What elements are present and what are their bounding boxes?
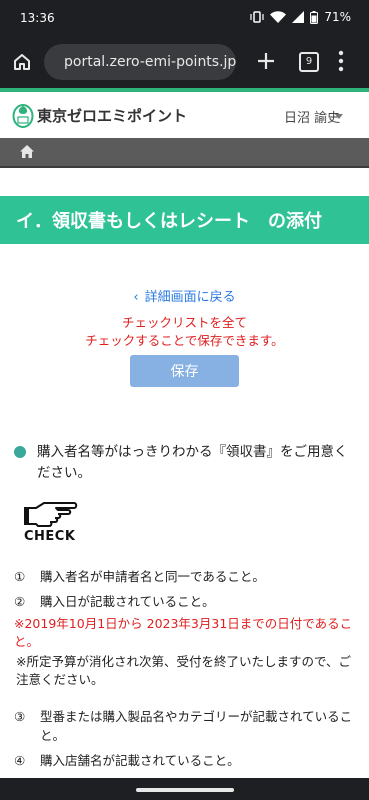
breadcrumb	[0, 138, 369, 168]
gesture-handle[interactable]	[136, 788, 234, 792]
list-item: ② 購入日が記載されていること。	[14, 592, 356, 611]
budget-note: ※所定予算が消化され次第、受付を終了いたしますので、ご注意ください。	[16, 654, 351, 687]
item-text: 購入店舗名が記載されていること。	[40, 753, 240, 768]
item-number: ②	[14, 594, 26, 609]
chevron-down-icon[interactable]	[335, 114, 343, 119]
page-title: イ．領収書もしくはレシート の添付	[16, 211, 322, 232]
brand-name[interactable]: 東京ゼロエミポイント	[37, 105, 187, 126]
intro-bullet: 購入者名等がはっきりわかる『領収書』をご用意ください。	[14, 442, 359, 484]
back-link[interactable]: ‹ 詳細画面に戻る	[0, 286, 369, 305]
check-label: CHECK	[24, 529, 76, 544]
new-tab-icon[interactable]	[256, 51, 276, 71]
list-item: ① 購入者名が申請者名と同一であること。	[14, 567, 356, 586]
home-icon[interactable]	[20, 145, 34, 158]
list-item: ④ 購入店舗名が記載されていること。	[14, 751, 356, 770]
intro-text: 購入者名等がはっきりわかる『領収書』をご用意ください。	[37, 444, 348, 481]
date-range-note: ※2019年10月1日から 2023年3月31日までの日付であること。	[14, 616, 353, 649]
list-item: ③ 型番または購入製品名やカテゴリーが記載されていること。	[14, 707, 356, 745]
chevron-left-icon: ‹	[133, 290, 139, 305]
section-title-bar: イ．領収書もしくはレシート の添付	[0, 196, 369, 244]
save-button[interactable]: 保存	[130, 355, 239, 387]
user-name[interactable]: 日沼 諭史	[284, 107, 340, 126]
browser-toolbar: portal.zero-emi-points.jp 9	[0, 36, 369, 88]
brand-logo-icon[interactable]	[12, 102, 34, 128]
item-number: ③	[14, 709, 26, 724]
battery-icon	[310, 10, 319, 24]
more-menu-icon[interactable]	[338, 50, 344, 72]
pointing-hand-icon	[24, 502, 78, 527]
checklist-warning: チェックリストを全て チェックすることで保存できます。	[0, 314, 369, 350]
item-number: ④	[14, 753, 26, 768]
signal-icon	[292, 11, 305, 23]
status-icons: 71%	[250, 10, 351, 24]
tab-switcher-button[interactable]: 9	[299, 52, 319, 72]
item-number: ①	[14, 569, 26, 584]
site-header: 東京ゼロエミポイント 日沼 諭史	[0, 92, 369, 138]
item-text: 購入者名が申請者名と同一であること。	[40, 569, 265, 584]
status-time: 13:36	[20, 11, 55, 25]
battery-percent: 71%	[324, 10, 351, 24]
item-text: 購入日が記載されていること。	[40, 594, 215, 609]
bullet-dot-icon	[14, 446, 26, 458]
home-icon[interactable]	[12, 52, 32, 72]
address-bar[interactable]: portal.zero-emi-points.jp	[44, 44, 236, 80]
gesture-bar	[0, 778, 369, 800]
status-bar: 13:36 71%	[0, 0, 369, 36]
check-badge: CHECK	[22, 500, 84, 544]
url-text: portal.zero-emi-points.jp	[64, 54, 237, 70]
warning-line-1: チェックリストを全て	[121, 315, 247, 330]
warning-line-2: チェックすることで保存できます。	[85, 333, 284, 348]
item-text: 型番または購入製品名やカテゴリーが記載されていること。	[40, 709, 353, 743]
vibrate-icon	[250, 11, 264, 23]
wifi-icon	[270, 11, 287, 23]
checklist: ① 購入者名が申請者名と同一であること。 ② 購入日が記載されていること。 ※2…	[14, 567, 356, 770]
back-link-label[interactable]: 詳細画面に戻る	[145, 290, 236, 305]
